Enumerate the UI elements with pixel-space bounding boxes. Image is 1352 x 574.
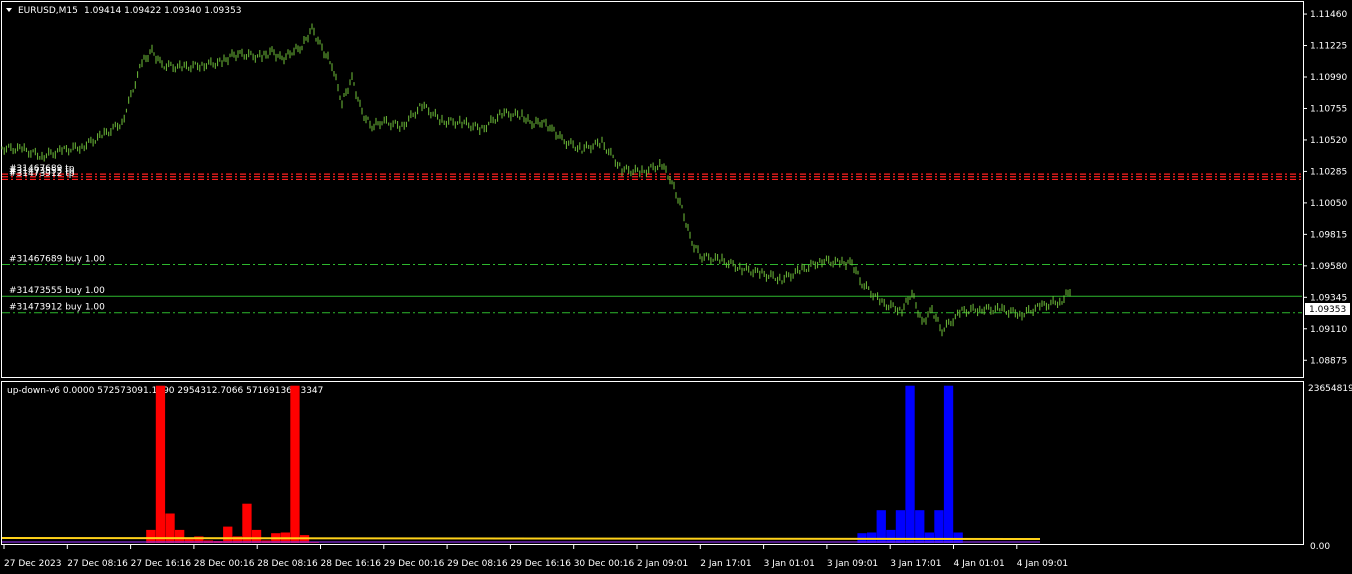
buy-order-label: #31467689 buy 1.00	[9, 255, 105, 265]
time-axis: 27 Dec 2023 27 Dec 08:16 27 Dec 16:16 28 De…	[3, 545, 1068, 569]
time-tick-label: 28 Dec 00:16	[194, 559, 255, 569]
time-tick-label: 29 Dec 08:16	[447, 559, 508, 569]
up-volume-bar	[242, 503, 252, 543]
time-tick-label: 27 Dec 08:16	[67, 559, 128, 569]
tp-order-label: #31473912 tp	[9, 169, 75, 179]
time-tick-label: 3 Jan 17:01	[890, 559, 941, 569]
indicator-axis-top: 236548195	[1308, 384, 1352, 394]
time-tick-label: 30 Dec 00:16	[574, 559, 635, 569]
price-tick-label: 1.09345	[1310, 293, 1347, 303]
up-volume-bar	[146, 529, 156, 543]
tp-order-lines: #31467689 tp#31473555 tp#31473912 tp	[2, 164, 1302, 181]
indicator-pane-frame	[1, 381, 1304, 545]
chart-canvas: EURUSD,M15 1.09414 1.09422 1.09340 1.093…	[1, 1, 1352, 569]
time-tick-label: 28 Dec 08:16	[257, 559, 318, 569]
time-tick-label: 3 Jan 01:01	[764, 559, 815, 569]
down-volume-bar	[943, 385, 954, 543]
time-tick-label: 3 Jan 09:01	[827, 559, 878, 569]
price-tick-label: 1.09815	[1310, 230, 1347, 240]
indicator-axis-bottom: 0.00	[1310, 542, 1330, 552]
buy-order-label: #31473555 buy 1.00	[9, 286, 105, 296]
ohlc-values: 1.09414 1.09422 1.09340 1.09353	[84, 6, 241, 16]
time-tick-label: 27 Dec 16:16	[131, 559, 192, 569]
price-tick-label: 1.10990	[1310, 73, 1347, 83]
main-pane-frame	[1, 1, 1304, 378]
up-volume-bar	[290, 385, 300, 543]
indicator-label: up-down-v6 0.0000 572573091.1890 2954312…	[7, 386, 323, 396]
time-tick-label: 2 Jan 09:01	[637, 559, 688, 569]
price-tick-label: 1.10520	[1310, 136, 1347, 146]
price-tick-label: 1.08875	[1310, 356, 1347, 366]
indicator-bars	[146, 385, 963, 543]
buy-order-label: #31473912 buy 1.00	[9, 303, 105, 313]
time-tick-label: 2 Jan 17:01	[700, 559, 751, 569]
price-tick-label: 1.11460	[1310, 10, 1347, 20]
up-volume-bar	[175, 529, 185, 543]
price-tick-label: 1.10285	[1310, 167, 1347, 177]
time-tick-label: 4 Jan 09:01	[1017, 559, 1068, 569]
price-tick-label: 1.11225	[1310, 42, 1347, 52]
up-volume-bar	[155, 385, 166, 543]
price-tick-label: 1.10050	[1310, 199, 1347, 209]
time-tick-label: 4 Jan 01:01	[954, 559, 1005, 569]
current-price-value: 1.09353	[1309, 305, 1346, 315]
symbol-label: EURUSD,M15	[18, 6, 78, 16]
price-tick-label: 1.09580	[1310, 262, 1347, 272]
time-tick-label: 27 Dec 2023	[4, 559, 62, 569]
down-volume-bar	[886, 529, 896, 543]
down-volume-bar	[905, 385, 915, 543]
price-tick-label: 1.09110	[1310, 325, 1347, 335]
triangle-down-icon[interactable]	[6, 8, 12, 12]
price-tick-label: 1.10755	[1310, 104, 1347, 114]
average-line	[1, 537, 1041, 540]
up-volume-bar	[251, 529, 262, 543]
buy-order-lines: #31467689 buy 1.00 #31473555 buy 1.00 #314…	[2, 255, 1302, 314]
time-tick-label: 29 Dec 16:16	[510, 559, 571, 569]
time-tick-label: 29 Dec 00:16	[384, 559, 445, 569]
up-volume-bar	[223, 526, 233, 543]
time-tick-label: 28 Dec 16:16	[321, 559, 382, 569]
